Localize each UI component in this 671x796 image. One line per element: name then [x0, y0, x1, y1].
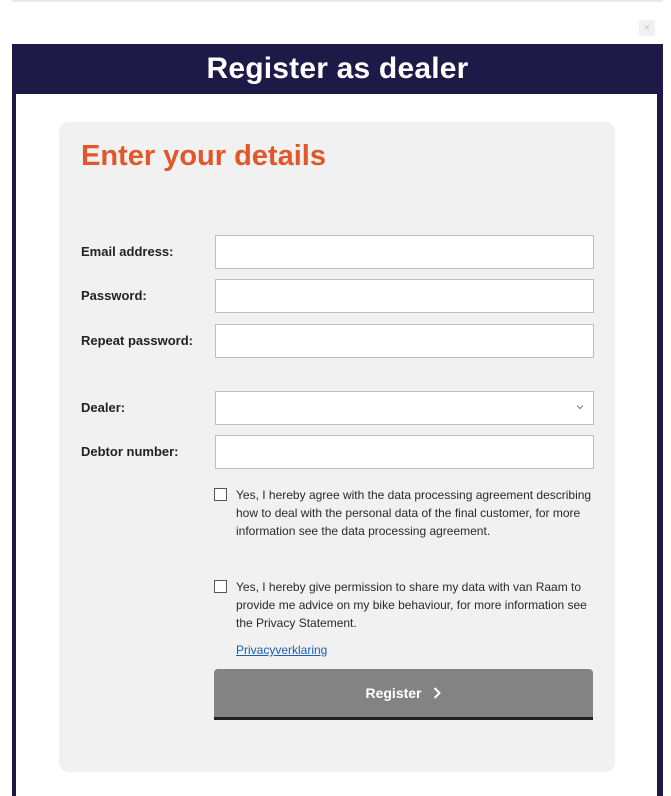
debtor-label: Debtor number: [81, 444, 179, 459]
modal-title: Register as dealer [206, 52, 469, 85]
chevron-down-icon [576, 405, 584, 410]
debtor-row: Debtor number: [81, 435, 594, 469]
email-field[interactable] [215, 235, 594, 269]
debtor-number-field[interactable] [215, 435, 594, 469]
modal-body: Enter your details Email address: Passwo… [16, 94, 657, 796]
consent-share-text: Yes, I hereby give permission to share m… [236, 580, 587, 630]
modal-header: Register as dealer [12, 44, 663, 94]
close-button[interactable]: × [639, 20, 655, 36]
consent-share-checkbox[interactable] [214, 580, 227, 593]
consent-processing-text: Yes, I hereby agree with the data proces… [236, 488, 592, 538]
repeat-password-row: Repeat password: [81, 324, 594, 358]
close-icon: × [643, 22, 651, 34]
register-button[interactable]: Register [214, 669, 593, 717]
window-top-bar: × [12, 0, 663, 46]
register-button-label: Register [365, 685, 422, 701]
repeat-password-label: Repeat password: [81, 333, 193, 348]
password-field[interactable] [215, 279, 594, 313]
form-title: Enter your details [81, 140, 326, 172]
dealer-row: Dealer: [81, 391, 594, 425]
dealer-label: Dealer: [81, 400, 126, 415]
email-label: Email address: [81, 244, 174, 259]
password-row: Password: [81, 279, 594, 313]
consent-processing-checkbox[interactable] [214, 488, 227, 501]
password-label: Password: [81, 288, 147, 303]
email-row: Email address: [81, 235, 594, 269]
register-dealer-modal: Register as dealer Enter your details Em… [12, 44, 663, 796]
repeat-password-field[interactable] [215, 324, 594, 358]
details-card: Enter your details Email address: Passwo… [59, 122, 615, 772]
chevron-right-icon [433, 687, 441, 699]
privacy-link[interactable]: Privacyverklaring [236, 643, 327, 657]
dealer-select[interactable] [215, 391, 594, 425]
